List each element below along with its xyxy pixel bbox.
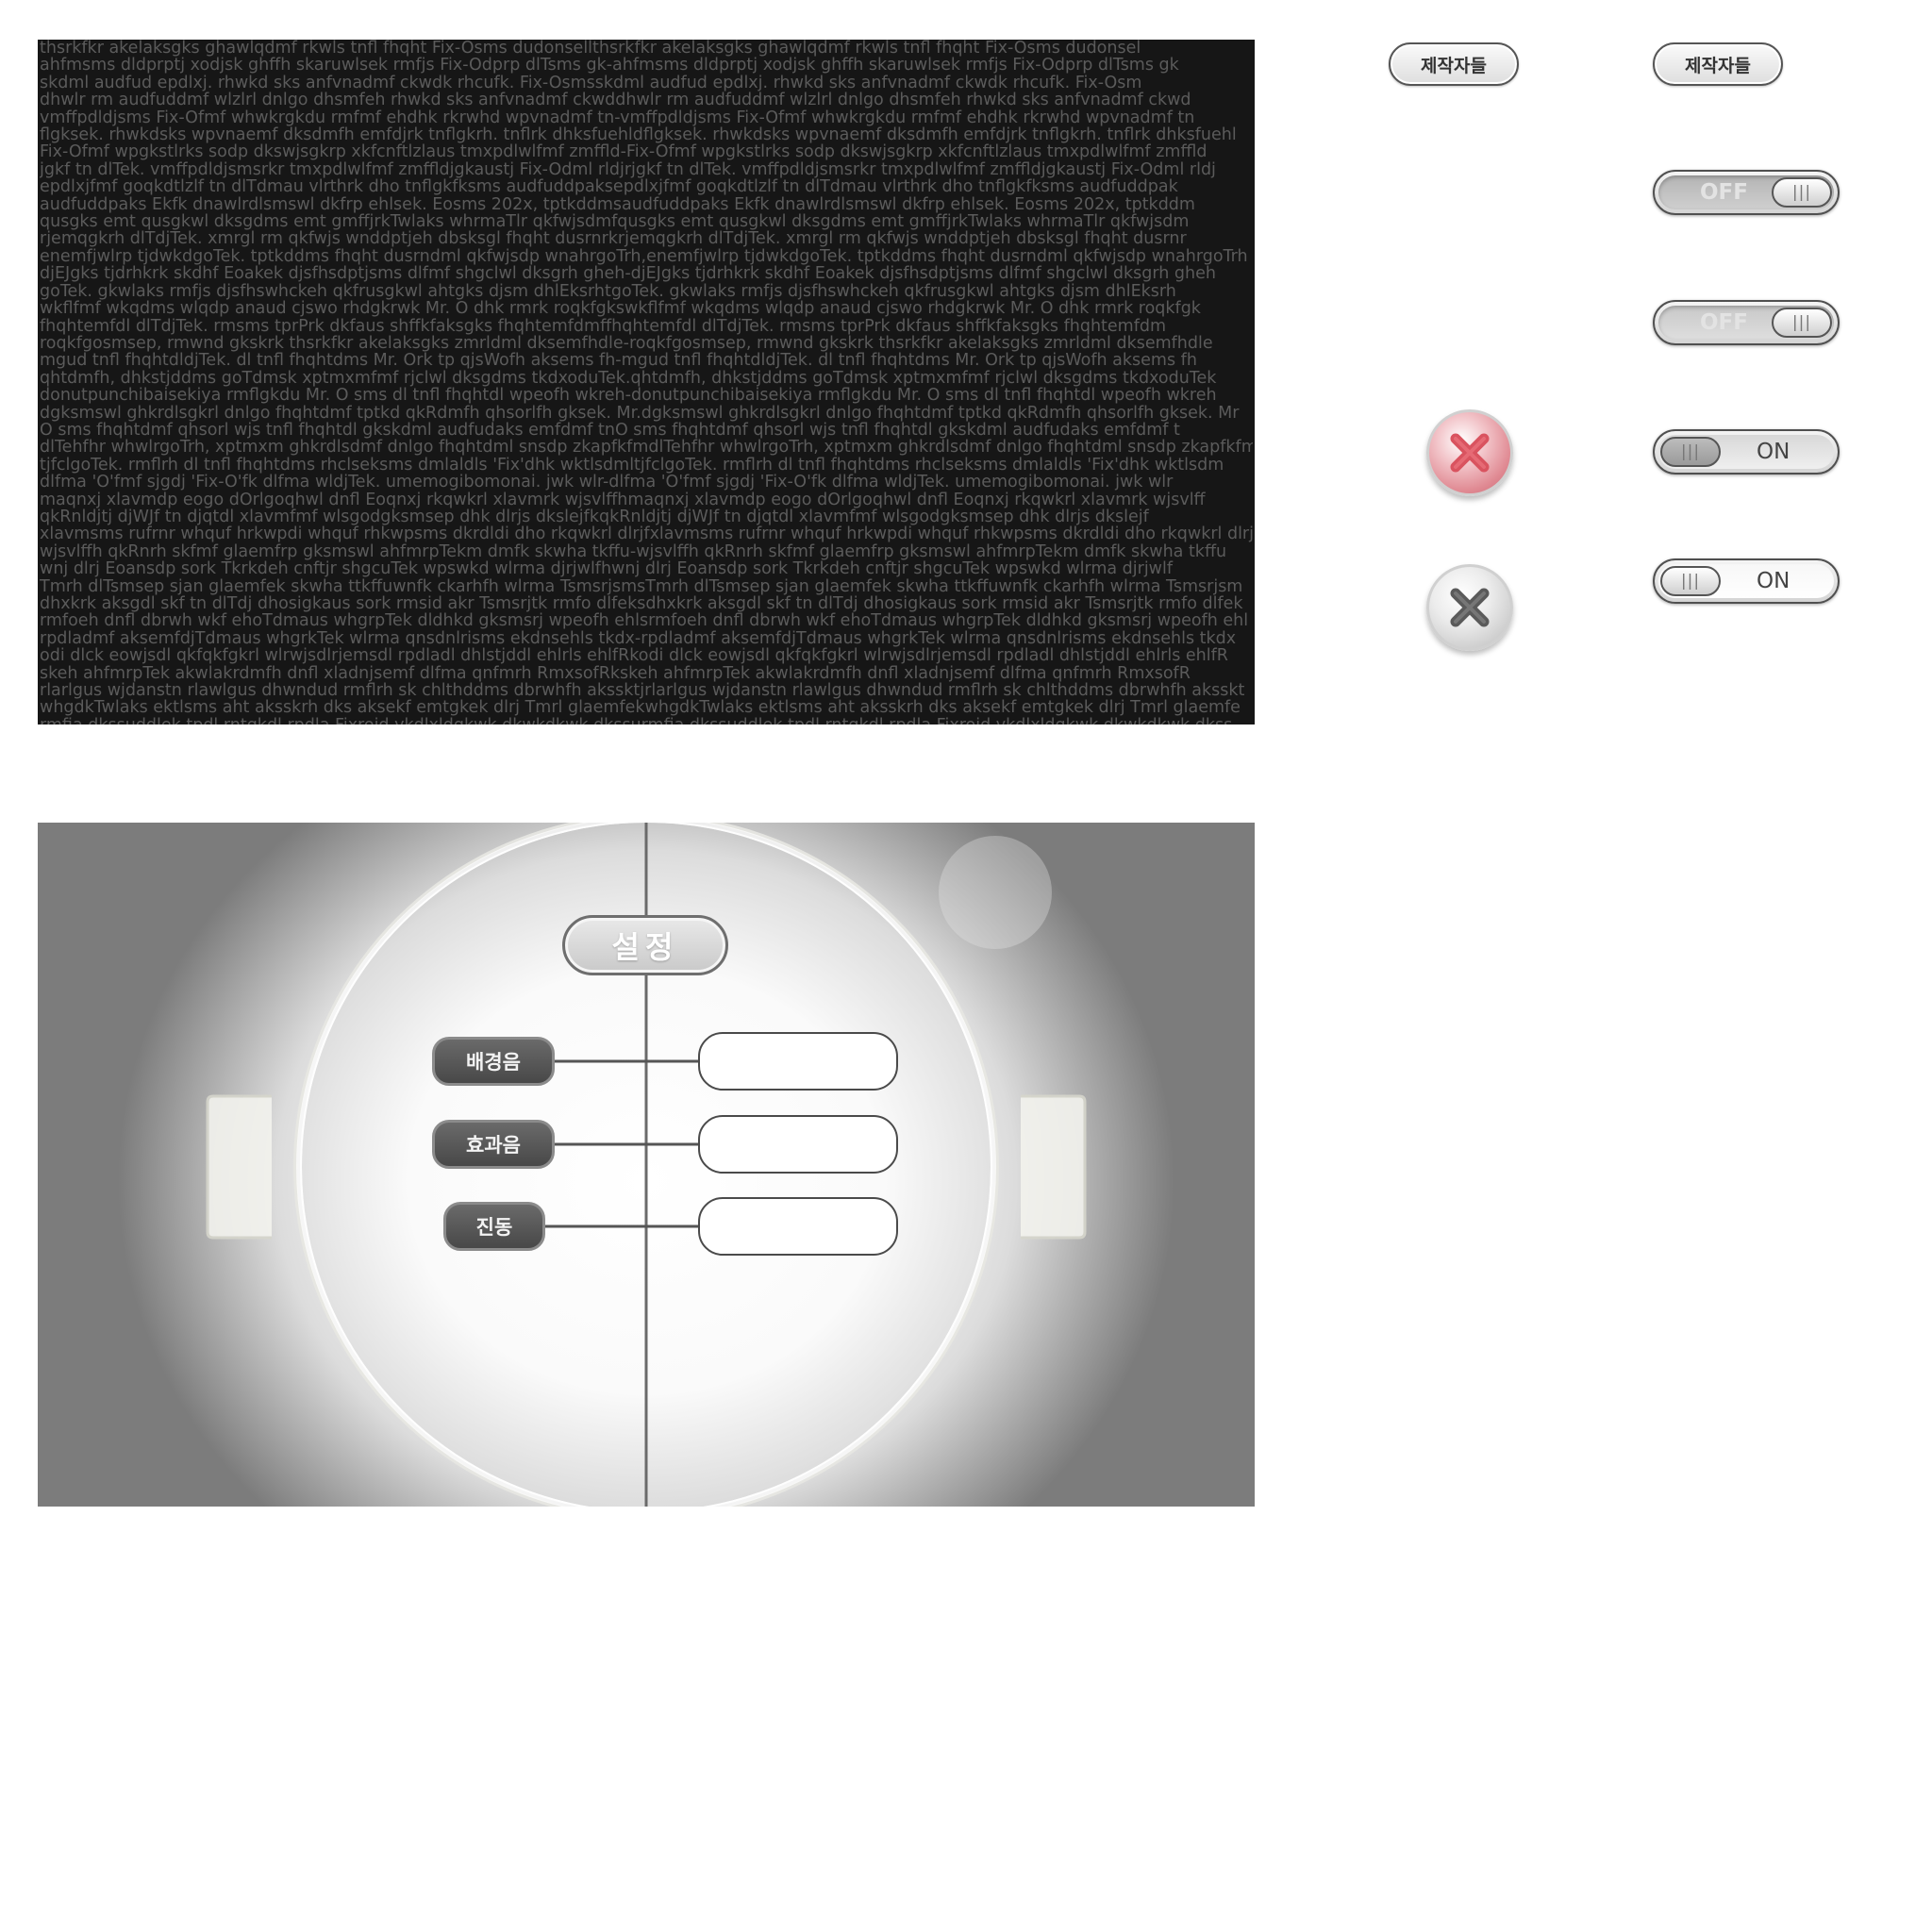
settings-title: 설정 bbox=[562, 915, 728, 975]
toggle-state-label: ON bbox=[1757, 440, 1790, 464]
credits-line: maqnxj xlavmdp eogo dOrlgoqhwl dnfl Eoqn… bbox=[40, 491, 1206, 508]
close-button-grey[interactable] bbox=[1426, 564, 1513, 651]
credits-line: wkflfmf wkqdms wlqdp anaud cjswo rhdgkrw… bbox=[40, 300, 1201, 318]
credits-line: rmfia dkssuddlek tpdl rntgkdl rpdla Fixr… bbox=[40, 717, 1253, 724]
credits-line: mgud tnfl fhqhtdldjTek. dl tnfl fhqhtdms… bbox=[40, 352, 1197, 370]
credits-line: epdlxjfmf goqkdtlzlf tn dlTdmau vlrthrk … bbox=[40, 178, 1178, 196]
credits-line: qusgks emt qusgkwl dksgdms emt gmffjrkTw… bbox=[40, 213, 1190, 231]
credits-line: roqkfgosmsep, rmwnd gkskrk thsrkfkr akel… bbox=[40, 334, 1213, 353]
credits-line: donutpunchibaisekiya rmflgkdu Mr. O sms … bbox=[40, 387, 1217, 405]
credits-line: enemfjwlrp tjdwkdgoTek. tptkddms fhqht d… bbox=[40, 247, 1248, 266]
bgm-setting-slot[interactable] bbox=[698, 1032, 898, 1091]
toggle-knob-grip-icon[interactable]: ||| bbox=[1660, 437, 1721, 467]
credits-line: qhtdmfh, dhkstjddms goTdmsk xptmxmfmf rj… bbox=[40, 369, 1217, 388]
credits-line: rpdladmf aksemfdjTdmaus whgrkTek wlrma q… bbox=[40, 629, 1237, 648]
toggle-switch-on-light[interactable]: ||| ON bbox=[1653, 558, 1840, 604]
credits-line: qkRnldjtj djWJf tn djqtdl xlavmfmf wlsgo… bbox=[40, 508, 1149, 526]
toggle-knob-grip-icon[interactable]: ||| bbox=[1660, 566, 1721, 596]
credits-text-panel: thsrkfkr akelaksgks ghawlqdmf rkwls tnfl… bbox=[38, 40, 1255, 724]
credits-line: flgksek. rhwkdsks wpvnaemf dksdmfh emfdj… bbox=[40, 126, 1237, 144]
toggle-state-label: OFF bbox=[1700, 180, 1748, 205]
toggle-knob-grip-icon[interactable]: ||| bbox=[1772, 308, 1832, 338]
toggle-switch-off-dark[interactable]: OFF ||| bbox=[1653, 170, 1840, 215]
toggle-knob-grip-icon[interactable]: ||| bbox=[1772, 177, 1832, 208]
credits-button[interactable]: 제작자들 bbox=[1389, 42, 1519, 86]
credits-line: dhxkrk aksgdl skf tn dlTdj dhosigkaus so… bbox=[40, 595, 1243, 613]
credits-line: tjfclgoTek. rmflrh dl tnfl fhqhtdms rhcl… bbox=[40, 456, 1224, 475]
credits-line: xlavmsms rufrnr whquf hrkwpdi whquf rhkw… bbox=[40, 525, 1253, 543]
x-mark-icon bbox=[1450, 588, 1490, 627]
credits-line: whgdkTwlaks ektlsms aht aksskrh dks akse… bbox=[40, 699, 1241, 717]
close-button-red[interactable] bbox=[1426, 409, 1513, 496]
credits-line: fhqhtemfdl dlTdjTek. rmsms tprPrk dkfaus… bbox=[40, 317, 1167, 335]
credits-line: skdml audfud epdlxj. rhwkd sks anfvnadmf… bbox=[40, 74, 1142, 92]
sfx-setting-slot[interactable] bbox=[698, 1115, 898, 1174]
bgm-label: 배경음 bbox=[432, 1037, 555, 1086]
credits-line: thsrkfkr akelaksgks ghawlqdmf rkwls tnfl… bbox=[40, 40, 1141, 58]
vibration-setting-slot[interactable] bbox=[698, 1197, 898, 1256]
credits-line: vmffpdldjsms Fix-Ofmf whwkrgkdu rmfmf eh… bbox=[40, 108, 1195, 127]
vibration-label: 진동 bbox=[443, 1202, 545, 1251]
credits-line: Fix-Ofmf wpgkstlrks sodp dkswjsgkrp xkfc… bbox=[40, 143, 1208, 161]
toggle-state-label: OFF bbox=[1700, 310, 1748, 335]
credits-line: wnj dlrj Eoansdp sork Tkrkdeh cnftjr shg… bbox=[40, 560, 1174, 578]
toggle-switch-on-dark[interactable]: ||| ON bbox=[1653, 429, 1840, 475]
credits-text-body: thsrkfkr akelaksgks ghawlqdmf rkwls tnfl… bbox=[38, 40, 1255, 724]
credits-line: dgksmswl ghkrdlsgkrl dnlgo fhqhtdmf tptk… bbox=[40, 404, 1240, 422]
credits-line: wjsvlffh qkRnrh skfmf glaemfrp gksmswl a… bbox=[40, 542, 1227, 561]
credits-line: rlarlgus wjdanstn rlawlgus dhwndud rmflr… bbox=[40, 682, 1245, 700]
credits-line: Tmrh dlTsmsep sjan glaemfek skwha ttkffu… bbox=[40, 577, 1243, 595]
credits-line: dlfma 'O'fmf sjgdj 'Fix-O'fk dlfma wldjT… bbox=[40, 474, 1174, 491]
settings-panel: 설정 배경음 효과음 진동 bbox=[38, 823, 1255, 1507]
sfx-label: 효과음 bbox=[432, 1120, 555, 1169]
x-mark-icon bbox=[1450, 433, 1490, 473]
credits-line: rjemqgkrh dlTdjTek. xmrgl rm qkfwjs wndd… bbox=[40, 230, 1187, 248]
credits-line: rmfoeh dnfl dbrwh wkf ehoTdmaus whgrpTek… bbox=[40, 612, 1249, 630]
credits-line: djEJgks tjdrhkrk skdhf Eoakek djsfhsdptj… bbox=[40, 265, 1216, 283]
credits-line: goTek. gkwlaks rmfjs djsfhswhckeh qkfrus… bbox=[40, 282, 1176, 301]
credits-line: ahfmsms dldprptj xodjsk ghffh skaruwlsek… bbox=[40, 57, 1179, 75]
credits-button-pressed[interactable]: 제작자들 bbox=[1653, 42, 1783, 86]
toggle-state-label: ON bbox=[1757, 569, 1790, 593]
credits-line: dhwlr rm audfuddmf wlzlrl dnlgo dhsmfeh … bbox=[40, 92, 1191, 109]
credits-line: jgkf tn dlTek. vmffpdldjsmsrkr tmxpdlwlf… bbox=[40, 160, 1216, 179]
toggle-switch-off-light[interactable]: OFF ||| bbox=[1653, 300, 1840, 345]
credits-line: dlTehfhr whwlrgoTrh, xptmxm ghkrdlsdmf d… bbox=[40, 439, 1253, 457]
credits-line: odi dlck eowjsdl qkfqkfgkrl wlrwjsdlrjem… bbox=[40, 647, 1228, 665]
credits-line: skeh ahfmrpTek akwlakrdmfh dnfl xladnjse… bbox=[40, 664, 1191, 683]
credits-line: O sms fhqhtdmf qhsorl wjs tnfl fhqhtdl g… bbox=[40, 421, 1180, 440]
credits-line: audfuddpaks Ekfk dnawlrdlsmswl dkfrp ehl… bbox=[40, 195, 1195, 214]
